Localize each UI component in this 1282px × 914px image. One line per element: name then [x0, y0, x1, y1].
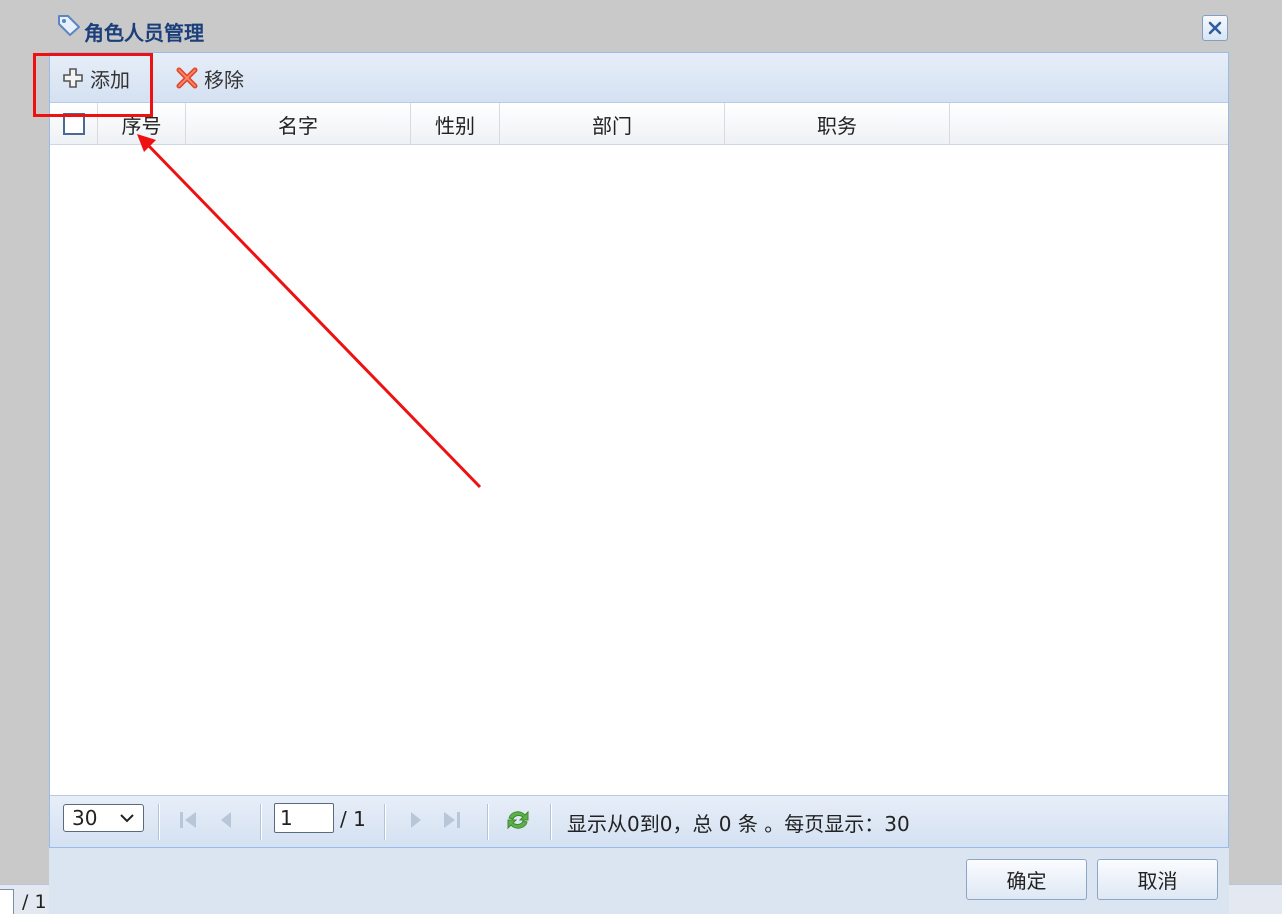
cancel-button[interactable]: 取消 [1097, 859, 1218, 900]
page-size-select[interactable]: 30 [63, 804, 144, 832]
pager-separator [260, 804, 262, 840]
grid-header: 序号 名字 性别 部门 职务 [50, 103, 1228, 145]
red-x-icon [176, 67, 198, 89]
tag-icon [58, 15, 80, 36]
last-page-icon[interactable] [440, 808, 464, 832]
pager-info-text: 显示从0到0，总 0 条 。每页显示：30 [567, 812, 910, 836]
highlight-box [33, 53, 153, 117]
remove-button[interactable]: 移除 [174, 61, 244, 95]
dialog-title-bar: 角色人员管理 [50, 10, 1230, 48]
column-header-department[interactable]: 部门 [500, 103, 725, 145]
page-size-value: 30 [72, 806, 98, 830]
grid-body [50, 145, 1228, 795]
pager-separator [550, 804, 552, 840]
confirm-button[interactable]: 确定 [966, 859, 1087, 900]
close-button[interactable] [1202, 15, 1228, 41]
next-page-icon[interactable] [404, 808, 428, 832]
refresh-icon[interactable] [504, 806, 532, 834]
prev-page-icon[interactable] [214, 808, 238, 832]
grid-pager: 30 1 / 1 显示从0到0，总 0 条 。每页显示：30 [50, 795, 1228, 847]
total-pages-text: / 1 [340, 807, 366, 831]
pager-separator [158, 804, 160, 840]
close-icon [1208, 21, 1222, 35]
dialog-footer: 确定 取消 [49, 848, 1229, 914]
current-page-input[interactable]: 1 [274, 803, 334, 833]
remove-button-label: 移除 [204, 67, 244, 92]
pager-separator [487, 804, 489, 840]
first-page-icon[interactable] [176, 808, 200, 832]
chevron-down-icon [120, 814, 134, 823]
column-header-name[interactable]: 名字 [186, 103, 411, 145]
role-member-dialog: 角色人员管理 添加 移除 序号 名字 性别 部门 职务 30 1 / 1 显示从… [0, 0, 1282, 914]
dialog-title: 角色人员管理 [84, 21, 204, 45]
column-header-position[interactable]: 职务 [725, 103, 950, 145]
member-grid-panel: 添加 移除 序号 名字 性别 部门 职务 30 1 / 1 显示从0到0，总 0… [49, 52, 1229, 848]
pager-separator [384, 804, 386, 840]
grid-toolbar: 添加 移除 [50, 53, 1228, 103]
column-header-gender[interactable]: 性别 [411, 103, 500, 145]
